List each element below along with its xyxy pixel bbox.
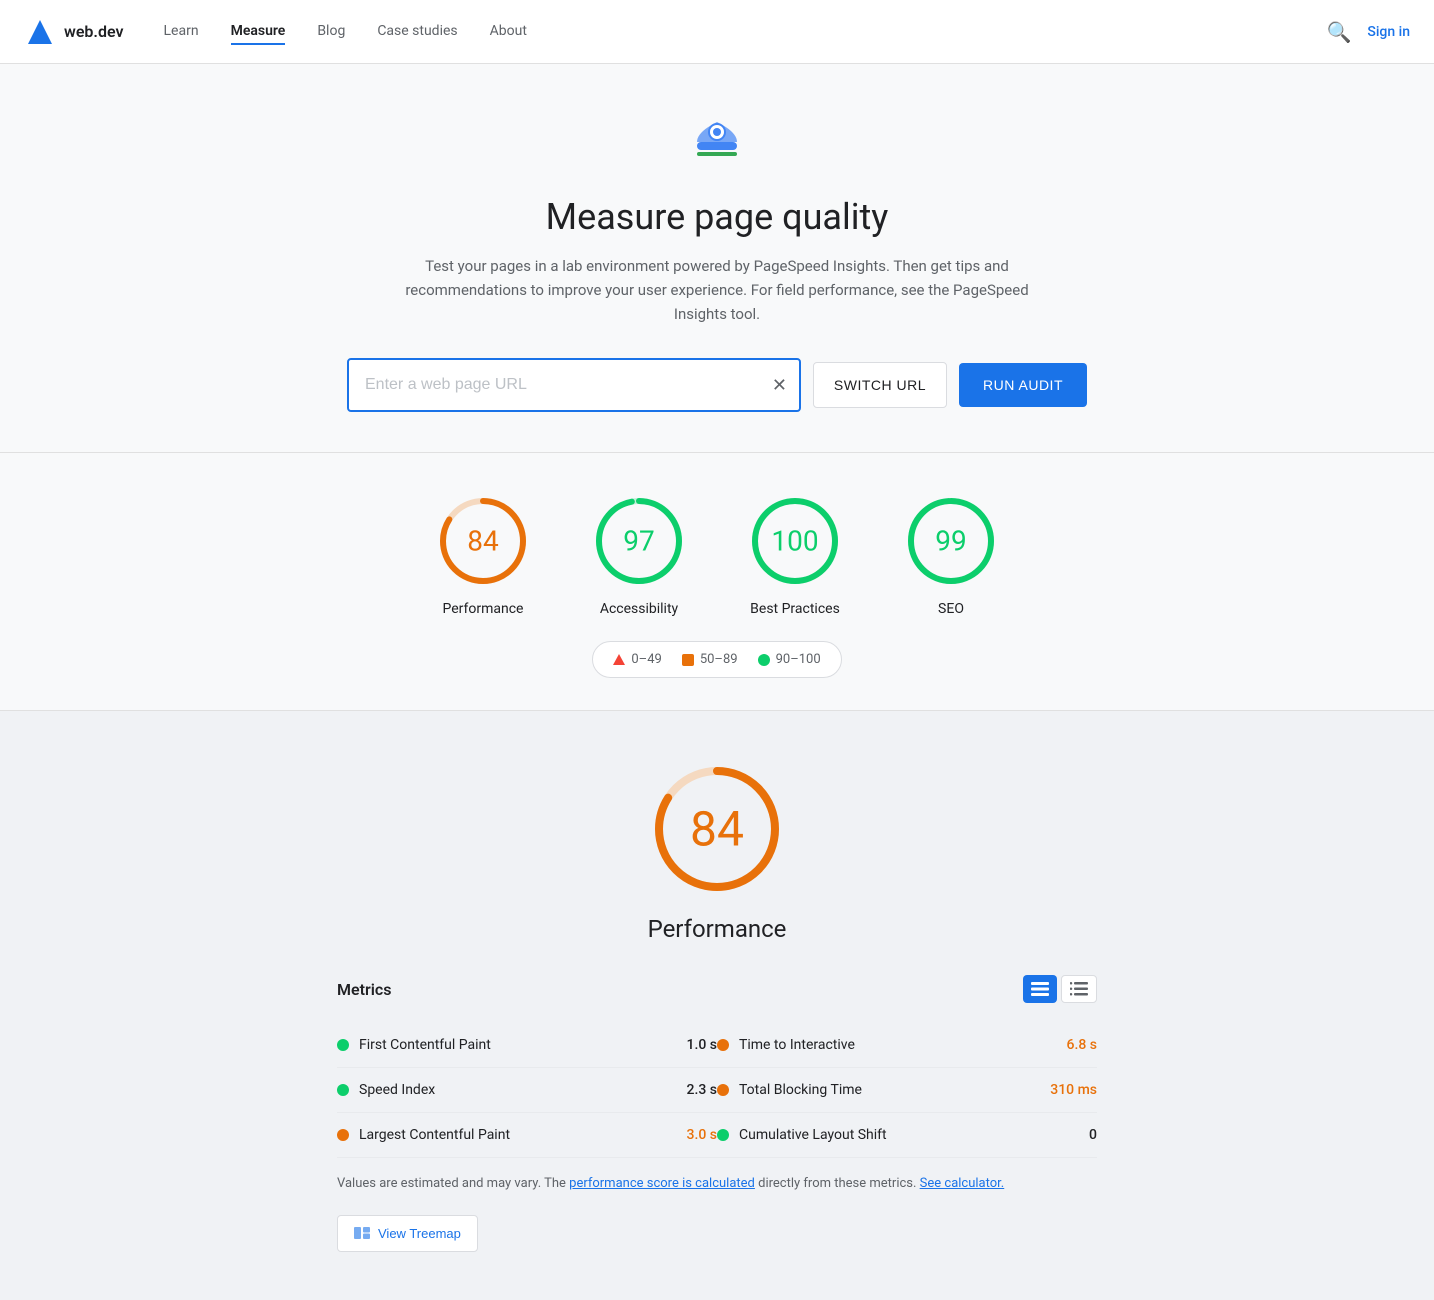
legend-label-low: 0–49 xyxy=(631,652,661,667)
metrics-col-right: Time to Interactive 6.8 s Total Blocking… xyxy=(717,1023,1097,1158)
legend-triangle-icon xyxy=(613,654,625,665)
perf-title: Performance xyxy=(24,915,1410,943)
metric-name-fcp: First Contentful Paint xyxy=(359,1037,677,1053)
legend-label-high: 90–100 xyxy=(776,652,821,667)
treemap-label: View Treemap xyxy=(378,1226,461,1241)
metrics-wrap: Metrics xyxy=(337,975,1097,1252)
score-label-best-practices: Best Practices xyxy=(750,601,840,617)
hero-title: Measure page quality xyxy=(24,196,1410,238)
score-seo: 99 SEO xyxy=(903,493,999,617)
metrics-grid: First Contentful Paint 1.0 s Speed Index… xyxy=(337,1023,1097,1158)
view-btn-table[interactable] xyxy=(1023,975,1057,1003)
score-accessibility: 97 Accessibility xyxy=(591,493,687,617)
scores-row: 84 Performance 97 Accessibility 10 xyxy=(24,493,1410,617)
navbar: web.dev Learn Measure Blog Case studies … xyxy=(0,0,1434,64)
legend-label-mid: 50–89 xyxy=(700,652,738,667)
treemap-icon xyxy=(354,1227,370,1239)
view-treemap-button[interactable]: View Treemap xyxy=(337,1215,478,1252)
nav-actions: 🔍 Sign in xyxy=(1326,20,1410,44)
score-best-practices: 100 Best Practices xyxy=(747,493,843,617)
legend-item-high: 90–100 xyxy=(758,652,821,667)
metric-tbt: Total Blocking Time 310 ms xyxy=(717,1068,1097,1113)
metric-value-tti: 6.8 s xyxy=(1067,1037,1098,1053)
nav-link-case-studies[interactable]: Case studies xyxy=(377,19,457,45)
metric-dot-cls xyxy=(717,1129,729,1141)
metric-lcp: Largest Contentful Paint 3.0 s xyxy=(337,1113,717,1158)
logo-text: web.dev xyxy=(64,22,124,41)
metric-dot-lcp xyxy=(337,1129,349,1141)
metrics-title: Metrics xyxy=(337,980,391,999)
perf-score-link[interactable]: performance score is calculated xyxy=(569,1176,755,1191)
score-circle-seo: 99 xyxy=(903,493,999,589)
metric-name-tbt: Total Blocking Time xyxy=(739,1082,1040,1098)
score-circle-best-practices: 100 xyxy=(747,493,843,589)
score-value-performance: 84 xyxy=(467,525,498,558)
metric-name-tti: Time to Interactive xyxy=(739,1037,1057,1053)
legend-circle-icon xyxy=(758,654,770,666)
view-btn-list[interactable] xyxy=(1061,975,1097,1003)
score-circle-accessibility: 97 xyxy=(591,493,687,589)
logo[interactable]: web.dev xyxy=(24,16,124,48)
score-value-seo: 99 xyxy=(935,525,966,558)
metrics-note-prefix: Values are estimated and may vary. The xyxy=(337,1176,569,1191)
signin-button[interactable]: Sign in xyxy=(1367,24,1410,40)
performance-section: 84 Performance Metrics xyxy=(0,711,1434,1300)
list-view-icon xyxy=(1070,982,1088,996)
nav-link-learn[interactable]: Learn xyxy=(164,19,199,45)
lighthouse-icon xyxy=(687,112,747,172)
metrics-note: Values are estimated and may vary. The p… xyxy=(337,1174,1097,1195)
metrics-header: Metrics xyxy=(337,975,1097,1003)
perf-circle: 84 xyxy=(647,759,787,899)
metric-value-cls: 0 xyxy=(1089,1127,1097,1143)
legend-item-mid: 50–89 xyxy=(682,652,738,667)
metric-value-si: 2.3 s xyxy=(687,1082,718,1098)
metrics-note-middle: directly from these metrics. xyxy=(755,1176,920,1191)
score-label-accessibility: Accessibility xyxy=(600,601,678,617)
logo-icon xyxy=(24,16,56,48)
nav-link-about[interactable]: About xyxy=(490,19,527,45)
switch-url-button[interactable]: SWITCH URL xyxy=(813,362,947,408)
nav-link-measure[interactable]: Measure xyxy=(231,19,286,45)
metric-name-si: Speed Index xyxy=(359,1082,677,1098)
nav-link-blog[interactable]: Blog xyxy=(317,19,345,45)
score-circle-performance: 84 xyxy=(435,493,531,589)
score-performance: 84 Performance xyxy=(435,493,531,617)
run-audit-button[interactable]: RUN AUDIT xyxy=(959,363,1087,407)
metrics-view-buttons xyxy=(1023,975,1097,1003)
url-clear-button[interactable]: ✕ xyxy=(772,375,787,396)
url-input[interactable] xyxy=(349,360,799,410)
hero-section: Measure page quality Test your pages in … xyxy=(0,64,1434,453)
metric-dot-fcp xyxy=(337,1039,349,1051)
perf-score-value: 84 xyxy=(690,801,744,858)
score-label-seo: SEO xyxy=(938,601,964,617)
metric-dot-si xyxy=(337,1084,349,1096)
scores-section: 84 Performance 97 Accessibility 10 xyxy=(0,453,1434,711)
search-icon[interactable]: 🔍 xyxy=(1326,20,1351,44)
metric-si: Speed Index 2.3 s xyxy=(337,1068,717,1113)
metric-name-cls: Cumulative Layout Shift xyxy=(739,1127,1079,1143)
metric-tti: Time to Interactive 6.8 s xyxy=(717,1023,1097,1068)
url-row: ✕ SWITCH URL RUN AUDIT xyxy=(347,358,1087,412)
perf-score-wrap: 84 Performance xyxy=(24,759,1410,943)
hero-subtitle: Test your pages in a lab environment pow… xyxy=(377,254,1057,326)
score-legend: 0–49 50–89 90–100 xyxy=(592,641,841,678)
metric-value-fcp: 1.0 s xyxy=(687,1037,718,1053)
score-value-best-practices: 100 xyxy=(771,525,818,558)
metric-fcp: First Contentful Paint 1.0 s xyxy=(337,1023,717,1068)
metric-value-tbt: 310 ms xyxy=(1050,1082,1097,1098)
url-input-wrap: ✕ xyxy=(347,358,801,412)
table-view-icon xyxy=(1031,982,1049,996)
score-value-accessibility: 97 xyxy=(623,525,654,558)
metric-dot-tti xyxy=(717,1039,729,1051)
metric-cls: Cumulative Layout Shift 0 xyxy=(717,1113,1097,1158)
metrics-col-left: First Contentful Paint 1.0 s Speed Index… xyxy=(337,1023,717,1158)
metric-name-lcp: Largest Contentful Paint xyxy=(359,1127,677,1143)
metric-dot-tbt xyxy=(717,1084,729,1096)
score-label-performance: Performance xyxy=(443,601,524,617)
calculator-link[interactable]: See calculator. xyxy=(920,1176,1005,1191)
legend-square-icon xyxy=(682,654,694,666)
legend-item-low: 0–49 xyxy=(613,652,661,667)
nav-links: Learn Measure Blog Case studies About xyxy=(164,19,1327,45)
metric-value-lcp: 3.0 s xyxy=(687,1127,718,1143)
